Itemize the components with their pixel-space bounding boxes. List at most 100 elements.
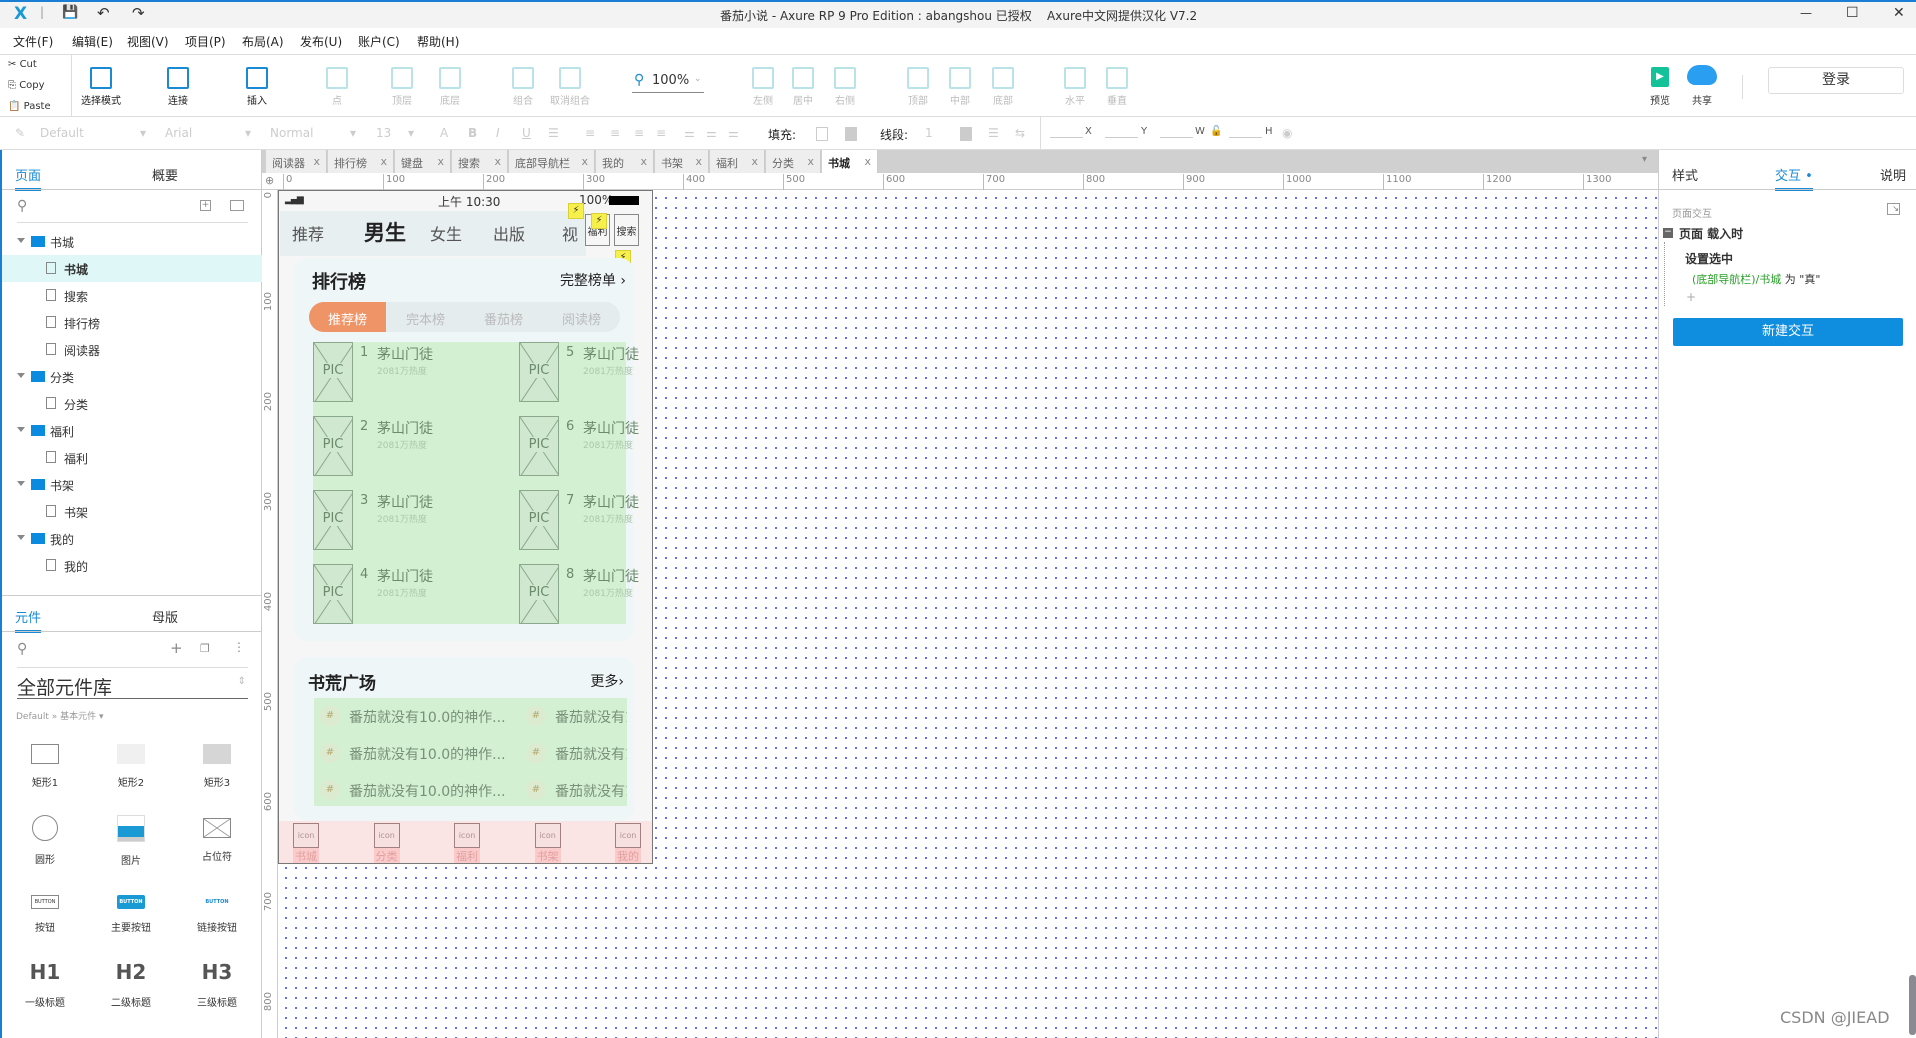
tab-搜索[interactable]: 搜索 x: [452, 150, 508, 173]
tree-item-folder[interactable]: 福利: [2, 417, 262, 444]
stroke-pattern-icon[interactable]: ☰: [988, 126, 999, 140]
menu-item[interactable]: 账户(C): [358, 33, 400, 50]
widget-item[interactable]: 矩形3: [174, 744, 260, 789]
close-button[interactable]: ✕: [1893, 5, 1905, 21]
tab-outline[interactable]: 概要: [152, 165, 178, 184]
list-icon[interactable]: ☰: [548, 126, 559, 140]
more-options-icon[interactable]: ⋮: [233, 640, 245, 654]
widget-item[interactable]: BUTTON 按钮: [2, 892, 88, 934]
add-library-icon[interactable]: +: [170, 639, 183, 657]
add-action-button[interactable]: +: [1686, 290, 1696, 304]
tab-notes[interactable]: 说明: [1880, 165, 1906, 184]
book-item[interactable]: PIC 6 茅山门徒 2081万热度: [519, 416, 652, 476]
tab-style[interactable]: 样式: [1672, 165, 1698, 184]
menu-item[interactable]: 文件(F): [13, 33, 53, 50]
caret-down-icon[interactable]: [17, 373, 25, 378]
book-item[interactable]: PIC 8 茅山门徒 2081万热度: [519, 564, 652, 624]
caret-down-icon[interactable]: [17, 427, 25, 432]
search-button[interactable]: 搜索: [614, 214, 639, 246]
topic-item[interactable]: # 番茄就没有10.0的神作...: [320, 704, 530, 730]
preview-button[interactable]: ▶ 预览: [1645, 55, 1675, 107]
menu-item[interactable]: 发布(U): [300, 33, 342, 50]
valign-bottom-icon[interactable]: ⚌: [728, 126, 739, 140]
y-field[interactable]: [1105, 137, 1138, 138]
library-dropdown[interactable]: 全部元件库 ⇕: [17, 673, 248, 699]
widget-item[interactable]: H2 二级标题: [88, 960, 174, 1009]
square-more-link[interactable]: 更多›: [590, 671, 624, 691]
ranking-tab[interactable]: 完本榜: [387, 302, 464, 332]
tab-widgets[interactable]: 元件: [15, 607, 42, 633]
paste-button[interactable]: 📋 Paste: [8, 101, 51, 112]
caret-down-icon[interactable]: [17, 238, 25, 243]
tool-button[interactable]: 选择模式: [76, 55, 126, 107]
stroke-color-swatch[interactable]: [960, 127, 972, 141]
book-item[interactable]: PIC 4 茅山门徒 2081万热度: [313, 564, 513, 624]
tool-button[interactable]: 插入: [232, 55, 282, 107]
top-tab[interactable]: 男生: [364, 217, 406, 247]
tree-item-page[interactable]: 搜索: [2, 282, 262, 309]
tab-分类[interactable]: 分类 x: [766, 150, 821, 173]
topic-item[interactable]: # 番茄就没有10.0的神作...: [320, 741, 530, 767]
style-dropdown[interactable]: Default: [40, 126, 84, 140]
tree-item-folder[interactable]: 我的: [2, 525, 262, 552]
tab-排行榜[interactable]: 排行榜 x: [328, 150, 394, 173]
tree-item-page[interactable]: 排行榜: [2, 309, 262, 336]
widget-item[interactable]: BUTTON 主要按钮: [88, 892, 174, 934]
action-name[interactable]: 设置选中: [1685, 250, 1733, 267]
caret-down-icon[interactable]: [17, 481, 25, 486]
tree-item-folder[interactable]: 书架: [2, 471, 262, 498]
close-tab-icon[interactable]: x: [864, 155, 871, 168]
tree-item-page[interactable]: 书城: [2, 255, 262, 282]
stroke-width-field[interactable]: 1: [925, 126, 933, 140]
tab-masters[interactable]: 母版: [152, 607, 178, 626]
maximize-button[interactable]: ☐: [1846, 5, 1859, 21]
fill-color-swatch[interactable]: [816, 127, 828, 141]
align-center-icon[interactable]: ≡: [610, 126, 620, 140]
tab-interactions[interactable]: 交互 •: [1775, 165, 1813, 191]
tab-pages[interactable]: 页面: [15, 165, 42, 191]
close-tab-icon[interactable]: x: [581, 155, 588, 168]
book-item[interactable]: PIC 2 茅山门徒 2081万热度: [313, 416, 513, 476]
font-size-dropdown[interactable]: 13: [376, 126, 391, 140]
bottom-nav-item[interactable]: icon 分类: [373, 823, 400, 863]
menu-item[interactable]: 编辑(E): [72, 33, 113, 50]
underline-icon[interactable]: U: [522, 126, 531, 140]
topic-item[interactable]: # 番茄就没有10.0的神作...: [526, 778, 627, 804]
menu-item[interactable]: 视图(V): [127, 33, 169, 50]
bottom-nav-item[interactable]: icon 书架: [534, 823, 561, 863]
topic-item[interactable]: # 番茄就没有10.0的神作...: [526, 704, 627, 730]
collapse-icon[interactable]: −: [1663, 228, 1673, 238]
book-item[interactable]: PIC 1 茅山门徒 2081万热度: [313, 342, 513, 402]
tool-button[interactable]: 顶层: [377, 55, 427, 107]
tree-item-page[interactable]: 分类: [2, 390, 262, 417]
align-right-icon[interactable]: ≡: [634, 126, 644, 140]
login-button[interactable]: 登录: [1768, 67, 1904, 94]
visibility-icon[interactable]: ◉: [1282, 126, 1292, 140]
new-interaction-button[interactable]: 新建交互: [1673, 318, 1903, 346]
widget-item[interactable]: BUTTON 链接按钮: [174, 892, 260, 934]
top-tab[interactable]: 视: [562, 221, 578, 245]
menu-item[interactable]: 布局(A): [242, 33, 284, 50]
menu-item[interactable]: 帮助(H): [417, 33, 459, 50]
lock-icon[interactable]: 🔓: [1210, 126, 1222, 137]
redo-icon[interactable]: ↷: [132, 4, 145, 22]
expand-icon[interactable]: ↘: [1887, 203, 1900, 215]
tool-button[interactable]: 取消组合: [545, 55, 595, 107]
w-field[interactable]: [1160, 137, 1193, 138]
tree-item-folder[interactable]: 分类: [2, 363, 262, 390]
tool-button[interactable]: 右侧: [820, 55, 870, 107]
tool-button[interactable]: 底部: [978, 55, 1028, 107]
tree-item-folder[interactable]: 书城: [2, 228, 262, 255]
top-tab[interactable]: 女生: [430, 221, 462, 245]
tool-button[interactable]: 点: [312, 55, 362, 107]
tab-键盘[interactable]: 键盘 x: [395, 150, 451, 173]
library-path[interactable]: Default » 基本元件 ▾: [16, 709, 104, 722]
x-field[interactable]: [1050, 137, 1083, 138]
bottom-nav-item[interactable]: icon 书城: [293, 823, 319, 863]
action-detail[interactable]: (底部导航栏)/书城 为 "真": [1692, 271, 1820, 287]
zoom-dropdown[interactable]: ⚲ 100% ⌄: [632, 71, 704, 93]
tool-button[interactable]: 底层: [425, 55, 475, 107]
book-item[interactable]: PIC 5 茅山门徒 2081万热度: [519, 342, 652, 402]
widget-item[interactable]: 占位符: [174, 818, 260, 863]
widget-item[interactable]: 矩形2: [88, 744, 174, 789]
